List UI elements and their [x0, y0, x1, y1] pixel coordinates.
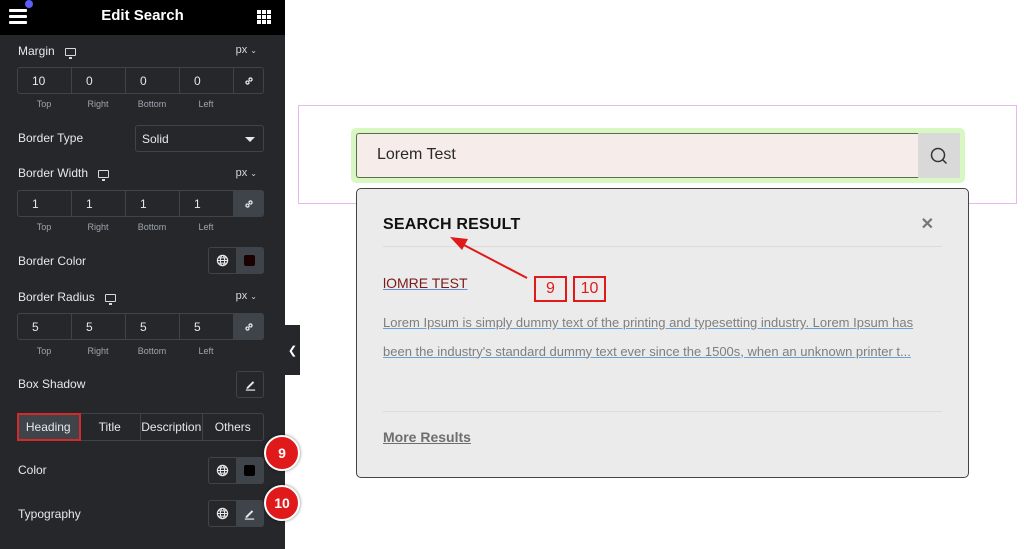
- editor-panel: Edit Search Margin px ⌄ 10 0 0 0 Top Righ…: [0, 0, 300, 549]
- callout-10: 10: [573, 276, 606, 302]
- typography-edit-button[interactable]: [236, 501, 263, 526]
- margin-side-labels: Top Right Bottom Left: [36, 99, 214, 109]
- margin-unit-select[interactable]: px ⌄: [236, 44, 257, 56]
- divider: [383, 246, 942, 247]
- desktop-icon[interactable]: [64, 47, 76, 59]
- border-color-label: Border Color: [18, 254, 87, 268]
- globe-icon: [216, 254, 228, 267]
- color-control: [208, 457, 264, 484]
- panel-header: Edit Search: [0, 0, 285, 35]
- style-tabs: Heading Title Description Others: [17, 413, 264, 441]
- pencil-icon: [245, 510, 255, 520]
- close-icon[interactable]: ✕: [921, 214, 934, 234]
- typography-label: Typography: [18, 507, 81, 521]
- desktop-icon[interactable]: [104, 293, 116, 305]
- step-badge-9: 9: [264, 435, 300, 471]
- border-radius-bottom-input[interactable]: 5: [126, 314, 180, 339]
- margin-top-input[interactable]: 10: [18, 68, 72, 93]
- color-swatch: [244, 465, 256, 476]
- margin-left-input[interactable]: 0: [180, 68, 234, 93]
- tab-description[interactable]: Description: [141, 414, 203, 440]
- margin-bottom-input[interactable]: 0: [126, 68, 180, 93]
- border-radius-inputs: 5 5 5 5: [17, 313, 264, 340]
- pencil-icon: [245, 381, 255, 391]
- border-type-select[interactable]: Solid: [135, 125, 264, 152]
- color-swatch: [244, 255, 256, 266]
- border-width-side-labels: Top Right Bottom Left: [36, 222, 214, 232]
- border-radius-unit-select[interactable]: px ⌄: [236, 290, 257, 302]
- typography-control: [208, 500, 264, 527]
- border-type-label: Border Type: [18, 131, 84, 145]
- border-radius-top-input[interactable]: 5: [18, 314, 72, 339]
- result-item-description[interactable]: Lorem Ipsum is simply dummy text of the …: [383, 309, 943, 366]
- globe-icon: [216, 507, 228, 520]
- more-results-link[interactable]: More Results: [383, 429, 471, 445]
- global-colors-button[interactable]: [209, 248, 237, 273]
- border-radius-right-input[interactable]: 5: [72, 314, 126, 339]
- border-width-bottom-input[interactable]: 1: [126, 191, 180, 216]
- tab-others[interactable]: Others: [203, 414, 264, 440]
- chevron-left-icon: ❮: [287, 344, 298, 357]
- border-color-control: [208, 247, 264, 274]
- border-color-picker[interactable]: [236, 248, 263, 273]
- border-width-right-input[interactable]: 1: [72, 191, 126, 216]
- tab-title[interactable]: Title: [80, 414, 141, 440]
- border-radius-label: Border Radius: [18, 290, 116, 305]
- border-width-label: Border Width: [18, 166, 110, 181]
- border-radius-side-labels: Top Right Bottom Left: [36, 346, 214, 356]
- callout-9: 9: [534, 276, 567, 302]
- apps-grid-icon[interactable]: [257, 10, 271, 24]
- heading-color-picker[interactable]: [236, 458, 263, 483]
- search-button[interactable]: [918, 133, 960, 178]
- tab-heading[interactable]: Heading: [17, 413, 81, 441]
- panel-title: Edit Search: [101, 7, 184, 24]
- border-width-left-input[interactable]: 1: [180, 191, 234, 216]
- result-item-title[interactable]: lOMRE TEST: [383, 275, 468, 291]
- color-label: Color: [18, 463, 47, 477]
- margin-label: Margin: [18, 44, 76, 59]
- link-values-button[interactable]: [234, 191, 263, 216]
- divider: [383, 411, 942, 412]
- link-values-button[interactable]: [234, 68, 263, 93]
- border-radius-left-input[interactable]: 5: [180, 314, 234, 339]
- border-width-inputs: 1 1 1 1: [17, 190, 264, 217]
- collapse-panel-button[interactable]: ❮: [285, 325, 300, 375]
- desktop-icon[interactable]: [98, 169, 110, 181]
- box-shadow-edit-button[interactable]: [236, 371, 264, 398]
- globe-icon: [216, 464, 228, 477]
- results-heading: SEARCH RESULT: [383, 216, 521, 233]
- margin-inputs: 10 0 0 0: [17, 67, 264, 94]
- step-badge-10: 10: [264, 485, 300, 521]
- border-width-unit-select[interactable]: px ⌄: [236, 167, 257, 179]
- search-input[interactable]: Lorem Test: [356, 133, 919, 178]
- margin-right-input[interactable]: 0: [72, 68, 126, 93]
- global-fonts-button[interactable]: [209, 501, 237, 526]
- link-icon: [244, 322, 253, 331]
- link-values-button[interactable]: [234, 314, 263, 339]
- caret-down-icon: [245, 137, 255, 142]
- search-results-dropdown: SEARCH RESULT ✕ lOMRE TEST Lorem Ipsum i…: [356, 188, 969, 478]
- search-icon: [930, 147, 948, 164]
- link-icon: [244, 199, 253, 208]
- global-colors-button[interactable]: [209, 458, 237, 483]
- border-width-top-input[interactable]: 1: [18, 191, 72, 216]
- box-shadow-label: Box Shadow: [18, 377, 86, 391]
- link-icon: [244, 76, 253, 85]
